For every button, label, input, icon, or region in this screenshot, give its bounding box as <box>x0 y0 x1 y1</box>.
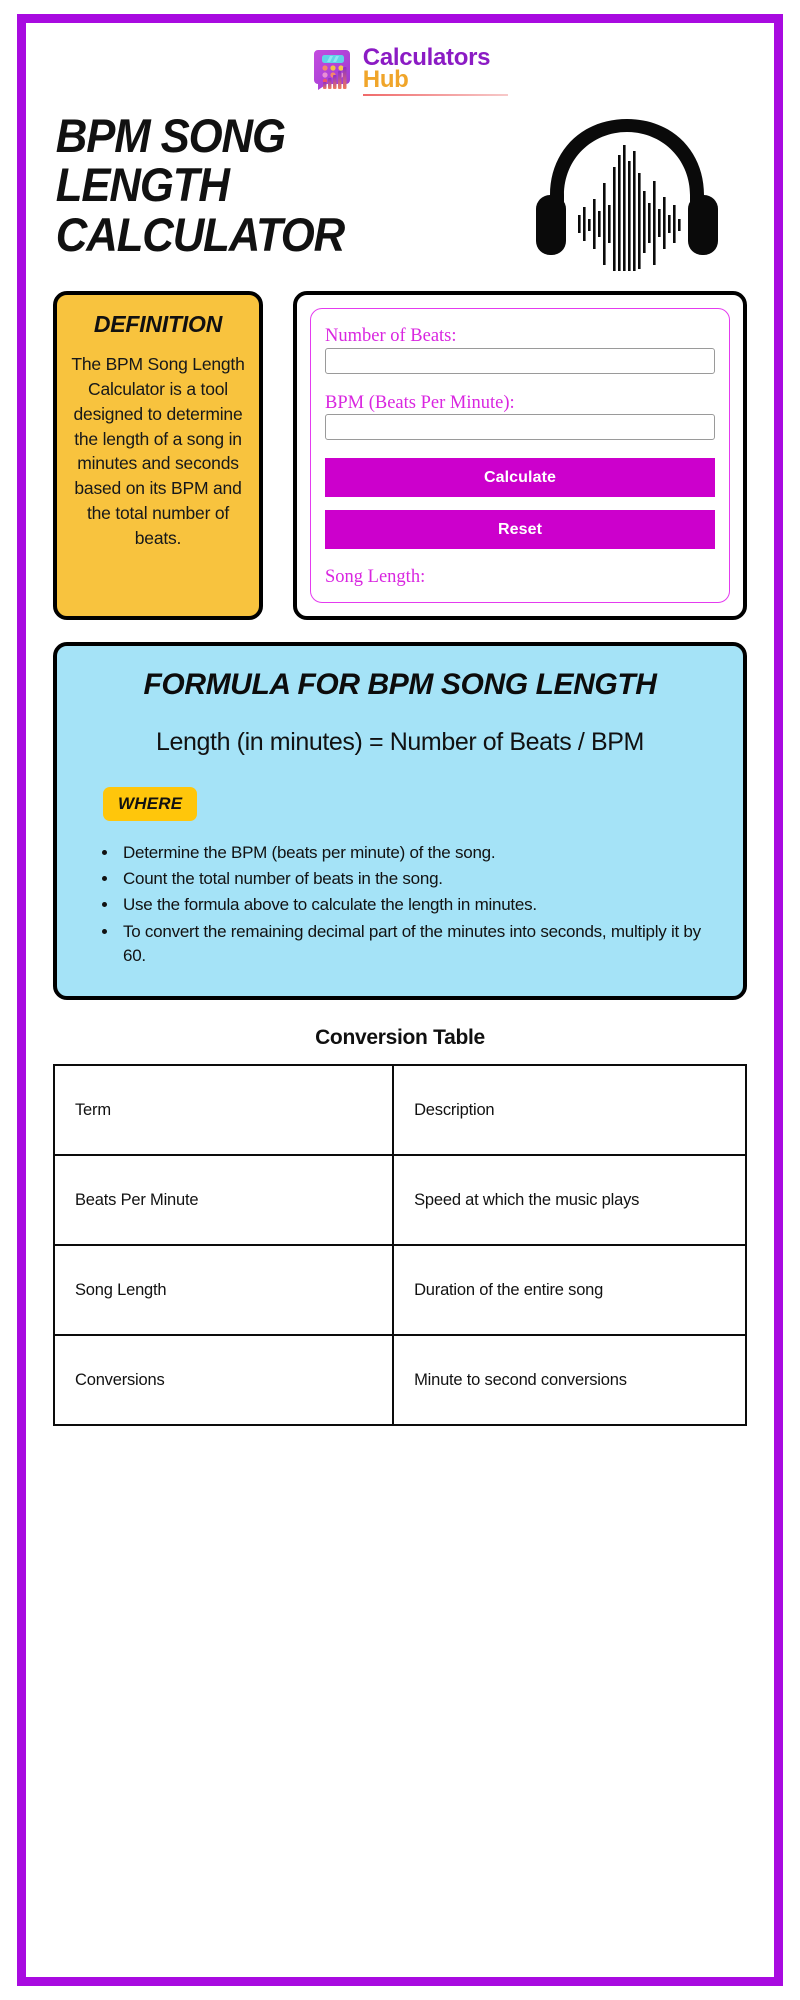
table-cell-description: Duration of the entire song <box>392 1243 747 1336</box>
reset-button[interactable]: Reset <box>325 510 715 550</box>
cards-row: DEFINITION The BPM Song Length Calculato… <box>53 271 747 621</box>
definition-body: The BPM Song Length Calculator is a tool… <box>71 354 245 548</box>
formula-heading: FORMULA FOR BPM SONG LENGTH <box>143 668 657 702</box>
table-cell-description: Speed at which the music plays <box>392 1153 747 1246</box>
calculator-card: Number of Beats: BPM (Beats Per Minute):… <box>293 291 747 621</box>
headphones-waveform-icon <box>520 111 735 297</box>
table-cell-description: Minute to second conversions <box>392 1333 747 1426</box>
table-header-description: Description <box>392 1063 747 1156</box>
hero-section: BPM SONG LENGTH CALCULATOR <box>53 97 747 297</box>
definition-heading: DEFINITION <box>93 311 223 337</box>
calculate-button[interactable]: Calculate <box>325 458 715 498</box>
logo-word-hub: Hub <box>362 66 409 93</box>
purple-border-frame: Calculators Hub BPM SONG LENGTH CALCULAT… <box>17 14 783 1986</box>
list-item: Count the total number of beats in the s… <box>119 867 721 891</box>
where-badge: WHERE <box>103 787 198 822</box>
number-of-beats-input[interactable] <box>325 347 715 374</box>
logo-wordmark: Calculators Hub <box>362 45 508 97</box>
table-header-term: Term <box>52 1063 395 1156</box>
calculator-bars-icon <box>310 46 356 92</box>
conversion-table: Term Description Beats Per Minute Speed … <box>52 1063 747 1426</box>
logo-underline <box>362 94 508 97</box>
list-item: Use the formula above to calculate the l… <box>119 893 721 917</box>
formula-expression: Length (in minutes) = Number of Beats / … <box>156 728 644 757</box>
bpm-field-label: BPM (Beats Per Minute): <box>325 392 515 413</box>
table-cell-term: Beats Per Minute <box>52 1153 395 1246</box>
conversion-table-title: Conversion Table <box>315 1025 485 1049</box>
definition-card: DEFINITION The BPM Song Length Calculato… <box>53 291 263 621</box>
song-length-result-label: Song Length: <box>325 567 426 588</box>
formula-steps-list: Determine the BPM (beats per minute) of … <box>79 841 721 968</box>
page-frame: Calculators Hub BPM SONG LENGTH CALCULAT… <box>0 0 800 2000</box>
calculator-form: Number of Beats: BPM (Beats Per Minute):… <box>310 308 730 604</box>
list-item: To convert the remaining decimal part of… <box>119 920 721 968</box>
table-row: Term Description <box>52 1063 747 1156</box>
page-title: BPM SONG LENGTH CALCULATOR <box>55 109 345 261</box>
formula-panel: FORMULA FOR BPM SONG LENGTH Length (in m… <box>53 642 747 1000</box>
bpm-input[interactable] <box>325 414 715 441</box>
beats-field-label: Number of Beats: <box>325 326 457 346</box>
table-cell-term: Song Length <box>52 1243 395 1336</box>
table-row: Song Length Duration of the entire song <box>52 1243 747 1336</box>
list-item: Determine the BPM (beats per minute) of … <box>119 841 721 865</box>
brand-header: Calculators Hub <box>53 23 747 97</box>
table-cell-term: Conversions <box>52 1333 395 1426</box>
table-row: Conversions Minute to second conversions <box>52 1333 747 1426</box>
table-row: Beats Per Minute Speed at which the musi… <box>52 1153 747 1246</box>
logo[interactable]: Calculators Hub <box>310 45 508 97</box>
